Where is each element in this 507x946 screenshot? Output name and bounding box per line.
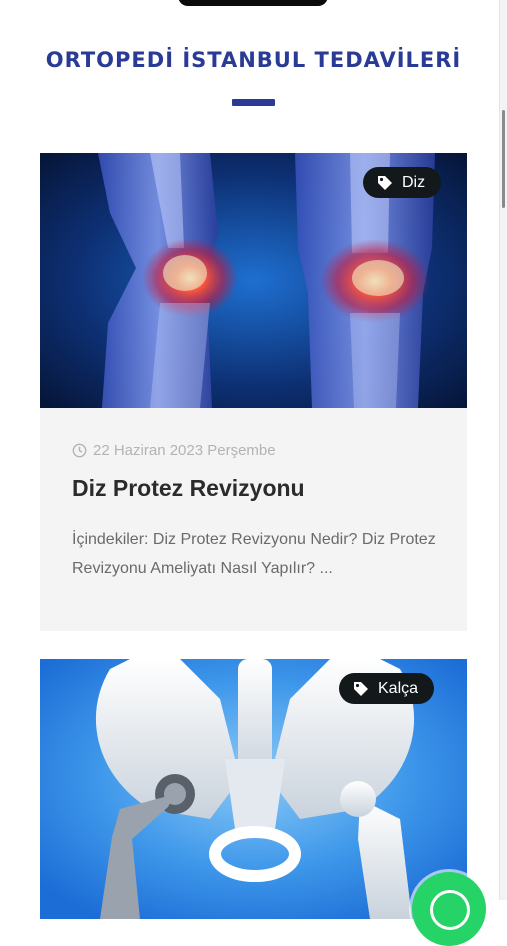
post-excerpt: İçindekiler: Diz Protez Revizyonu Nedir?…: [72, 531, 436, 577]
post-date: 22 Haziran 2023 Perşembe: [72, 442, 276, 459]
scrollbar-thumb[interactable]: [502, 110, 505, 208]
category-tag[interactable]: Kalça: [339, 673, 435, 704]
tag-icon: [378, 175, 392, 190]
title-underline: [232, 99, 275, 106]
post-title[interactable]: Diz Protez Revizyonu: [72, 475, 305, 502]
device-notch: [178, 0, 328, 6]
tag-icon: [354, 681, 368, 696]
post-date-text: 22 Haziran 2023 Perşembe: [93, 442, 276, 459]
section-title: ORTOPEDİ İSTANBUL TEDAVİLERİ: [45, 48, 462, 72]
tag-label: Diz: [402, 173, 426, 191]
whatsapp-button[interactable]: [412, 872, 486, 946]
whatsapp-icon: [430, 890, 470, 930]
category-tag[interactable]: Diz: [363, 167, 442, 198]
clock-icon: [72, 443, 87, 458]
post-card[interactable]: Kalça: [40, 659, 467, 919]
tag-label: Kalça: [378, 679, 419, 697]
post-card[interactable]: Diz 22 Haziran 2023 Perşembe Diz Protez …: [40, 153, 467, 631]
